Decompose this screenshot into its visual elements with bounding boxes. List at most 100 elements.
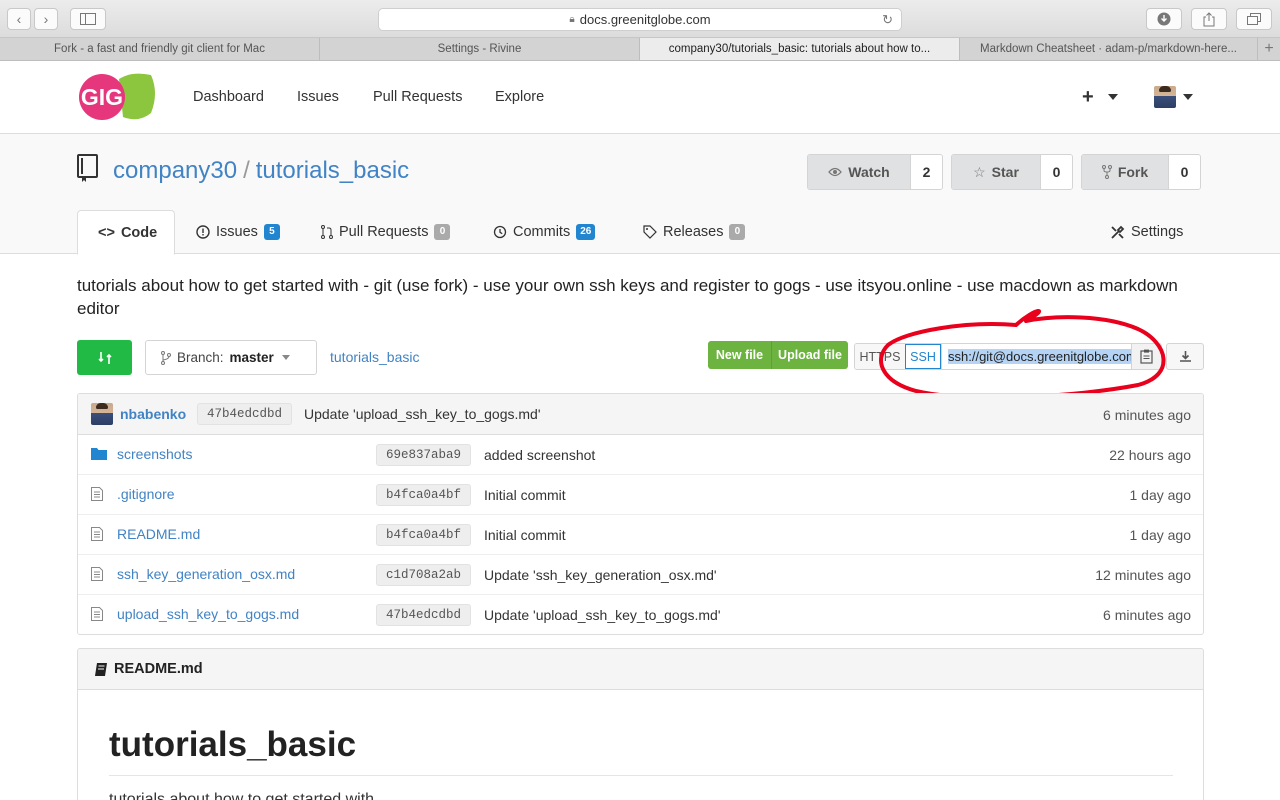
user-avatar[interactable] (1154, 86, 1176, 108)
upload-file-button[interactable]: Upload file (771, 341, 848, 369)
nav-explore[interactable]: Explore (495, 89, 544, 105)
tab-commits-label: Commits (513, 224, 571, 240)
downloads-button[interactable] (1146, 8, 1182, 30)
file-commit-sha[interactable]: 47b4edcdbd (376, 604, 472, 626)
compare-button[interactable] (77, 340, 132, 375)
file-commit-time: 12 minutes ago (1095, 567, 1191, 583)
readme-divider (109, 775, 1173, 776)
file-commit-sha[interactable]: c1d708a2ab (376, 564, 472, 586)
tabs-icon (1247, 13, 1261, 25)
tab-settings[interactable]: Settings (1110, 210, 1183, 254)
releases-count-badge: 0 (729, 224, 746, 240)
repo-title-separator: / (243, 157, 250, 184)
clone-url-text: ssh://git@docs.greenitglobe.com: (948, 349, 1131, 364)
file-commit-message[interactable]: Update 'upload_ssh_key_to_gogs.md' (484, 607, 721, 623)
eye-icon (828, 167, 843, 177)
file-name-link[interactable]: upload_ssh_key_to_gogs.md (117, 606, 299, 622)
star-icon: ☆ (973, 163, 986, 180)
readme-heading: tutorials_basic (109, 725, 357, 764)
tab-commits[interactable]: Commits 26 (493, 210, 596, 254)
readme-filename: README.md (114, 661, 203, 677)
browser-tab[interactable]: Markdown Cheatsheet · adam-p/markdown-he… (960, 38, 1258, 60)
file-commit-message[interactable]: Initial commit (484, 527, 566, 543)
fork-count[interactable]: 0 (1168, 155, 1200, 189)
file-commit-sha[interactable]: b4fca0a4bf (376, 524, 472, 546)
download-icon (1179, 351, 1191, 362)
download-archive-button[interactable] (1166, 343, 1204, 370)
nav-dashboard[interactable]: Dashboard (193, 89, 264, 105)
commit-author-avatar[interactable] (91, 403, 113, 425)
table-row: upload_ssh_key_to_gogs.md 47b4edcdbd Upd… (78, 595, 1203, 634)
file-commit-time: 6 minutes ago (1103, 607, 1191, 623)
star-count[interactable]: 0 (1040, 155, 1072, 189)
tab-releases[interactable]: Releases 0 (643, 210, 746, 254)
reload-icon[interactable]: ↻ (882, 12, 893, 28)
table-row: README.md b4fca0a4bf Initial commit 1 da… (78, 515, 1203, 555)
copy-clone-url-button[interactable] (1131, 344, 1161, 369)
lock-icon: 🔒︎ (569, 14, 575, 25)
tab-issues[interactable]: Issues 5 (196, 210, 280, 254)
tab-issues-label: Issues (216, 224, 258, 240)
commit-author-link[interactable]: nbabenko (120, 406, 186, 422)
ssh-clone-button[interactable]: SSH (905, 344, 941, 369)
gig-logo[interactable]: GIG (79, 73, 157, 121)
fork-button[interactable]: Fork (1082, 155, 1168, 189)
tab-code[interactable]: <> Code (77, 210, 175, 255)
file-commit-message[interactable]: Initial commit (484, 487, 566, 503)
tab-releases-label: Releases (663, 224, 724, 240)
watch-label: Watch (848, 164, 890, 180)
watch-button[interactable]: Watch (808, 155, 910, 189)
file-name-link[interactable]: .gitignore (117, 486, 175, 502)
tab-settings-label: Settings (1131, 224, 1184, 240)
issue-opened-icon (196, 225, 210, 239)
file-commit-message[interactable]: added screenshot (484, 447, 595, 463)
download-icon (1157, 12, 1171, 26)
branch-dropdown[interactable]: Branch: master (145, 340, 317, 375)
table-row: ssh_key_generation_osx.md c1d708a2ab Upd… (78, 555, 1203, 595)
clone-url-input[interactable]: ssh://git@docs.greenitglobe.com: (941, 344, 1131, 369)
clipboard-icon (1140, 349, 1153, 364)
repo-owner-link[interactable]: company30 (113, 157, 237, 184)
nav-issues[interactable]: Issues (297, 89, 339, 105)
readme-first-paragraph: tutorials about how to get started with (109, 791, 375, 800)
browser-tab[interactable]: Fork - a fast and friendly git client fo… (0, 38, 320, 60)
tabs-overview-button[interactable] (1236, 8, 1272, 30)
browser-tab[interactable]: Settings - Rivine (320, 38, 640, 60)
back-button[interactable]: ‹ (7, 8, 31, 30)
watch-button-group: Watch 2 (807, 154, 943, 190)
file-commit-sha[interactable]: 69e837aba9 (376, 444, 472, 466)
file-commit-message[interactable]: Update 'ssh_key_generation_osx.md' (484, 567, 717, 583)
new-file-button[interactable]: New file (708, 341, 771, 369)
https-clone-button[interactable]: HTTPS (855, 344, 905, 369)
create-plus-icon[interactable]: + (1082, 86, 1094, 109)
star-button[interactable]: ☆ Star (952, 155, 1040, 189)
repo-name-link[interactable]: tutorials_basic (256, 157, 409, 184)
issues-count-badge: 5 (263, 224, 280, 240)
nav-pull-requests[interactable]: Pull Requests (373, 89, 462, 105)
url-text: docs.greenitglobe.com (579, 12, 711, 27)
browser-tab-active[interactable]: company30/tutorials_basic: tutorials abo… (640, 38, 960, 60)
file-name-link[interactable]: screenshots (117, 446, 192, 462)
new-tab-plus-icon[interactable]: + (1258, 38, 1280, 60)
commit-time: 6 minutes ago (1103, 407, 1191, 423)
branch-icon (161, 350, 171, 365)
breadcrumb-repo-link[interactable]: tutorials_basic (330, 349, 420, 365)
star-button-group: ☆ Star 0 (951, 154, 1073, 190)
tag-icon (643, 225, 657, 239)
tab-code-label: Code (120, 224, 158, 241)
forward-button[interactable]: › (34, 8, 58, 30)
watch-count[interactable]: 2 (910, 155, 942, 189)
share-button[interactable] (1191, 8, 1227, 30)
file-commit-sha[interactable]: b4fca0a4bf (376, 484, 472, 506)
code-icon: <> (98, 224, 115, 241)
tab-pull-requests[interactable]: Pull Requests 0 (321, 210, 451, 254)
address-bar[interactable]: 🔒︎ docs.greenitglobe.com ↻ (378, 8, 902, 31)
file-name-link[interactable]: README.md (117, 526, 200, 542)
commit-sha-button[interactable]: 47b4edcdbd (197, 403, 293, 425)
chevron-down-icon[interactable] (1108, 94, 1118, 100)
fork-icon (1101, 165, 1112, 179)
file-name-link[interactable]: ssh_key_generation_osx.md (117, 566, 295, 582)
file-text-icon (91, 487, 103, 501)
sidebar-button[interactable] (70, 8, 106, 30)
chevron-down-icon[interactable] (1183, 94, 1193, 100)
